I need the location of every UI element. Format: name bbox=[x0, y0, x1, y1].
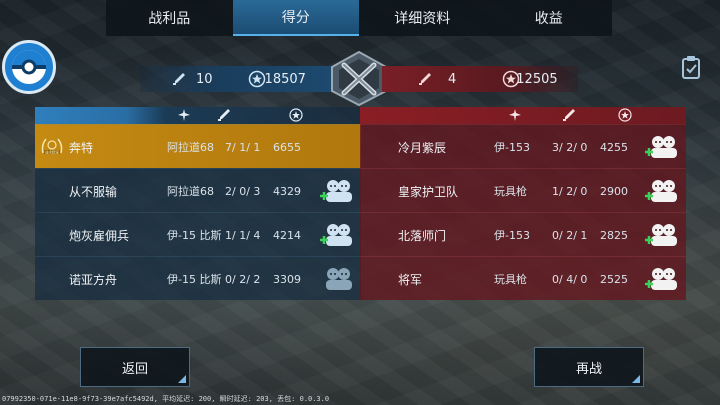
points-value: 4329 bbox=[273, 184, 301, 198]
laurel-badge-icon: 技术精湛 bbox=[41, 138, 63, 154]
vehicle-name: 玩具枪 bbox=[494, 185, 527, 198]
kda-value: 0/ 2/ 1 bbox=[552, 228, 588, 242]
vehicle-name: 伊-153 bbox=[494, 141, 530, 154]
player-name: 从不服输 bbox=[69, 184, 118, 199]
points-value: 3309 bbox=[273, 272, 301, 286]
vehicle-name: 阿拉道68 bbox=[167, 185, 214, 198]
player-name: 诺亚方舟 bbox=[69, 272, 118, 287]
table-row[interactable]: 诺亚方舟 伊-15 比斯 0/ 2/ 2 3309 bbox=[35, 256, 361, 300]
red-team-score: 4 12505 bbox=[382, 66, 578, 92]
tab-bar: 战利品 得分 详细资料 收益 bbox=[106, 0, 612, 36]
badge-label: 技术精湛 bbox=[45, 149, 59, 154]
points-value: 2900 bbox=[600, 184, 628, 198]
points-column-icon bbox=[289, 108, 303, 122]
player-name: 北落师门 bbox=[398, 228, 447, 243]
kills-icon bbox=[419, 73, 431, 85]
points-icon bbox=[502, 70, 520, 88]
kda-value: 0/ 2/ 2 bbox=[225, 272, 261, 286]
player-name: 皇家护卫队 bbox=[398, 184, 459, 199]
rematch-button-label: 再战 bbox=[575, 361, 602, 377]
table-row[interactable]: 技术精湛 奔特 阿拉道68 7/ 1/ 1 6655 bbox=[35, 124, 361, 168]
add-friend-icon[interactable] bbox=[319, 220, 355, 250]
kda-value: 3/ 2/ 0 bbox=[552, 140, 588, 154]
blue-team-panel: 技术精湛 奔特 阿拉道68 7/ 1/ 1 6655 从不服输 阿拉道68 2/… bbox=[35, 107, 361, 301]
player-name: 冷月紫辰 bbox=[398, 140, 447, 155]
kda-column-icon bbox=[218, 109, 230, 121]
player-name: 将军 bbox=[398, 272, 423, 287]
table-row[interactable]: 皇家护卫队 玩具枪 1/ 2/ 0 2900 bbox=[360, 168, 686, 212]
table-row[interactable]: 北落师门 伊-153 0/ 2/ 1 2825 bbox=[360, 212, 686, 256]
corner-accent bbox=[632, 375, 640, 383]
kda-value: 7/ 1/ 1 bbox=[225, 140, 261, 154]
back-button-label: 返回 bbox=[121, 361, 148, 377]
blue-kills: 10 bbox=[196, 71, 213, 87]
blue-points: 18507 bbox=[264, 71, 306, 87]
vehicle-name: 阿拉道68 bbox=[167, 141, 214, 154]
add-friend-icon[interactable] bbox=[644, 264, 680, 294]
corner-accent bbox=[178, 375, 186, 383]
points-value: 4214 bbox=[273, 228, 301, 242]
add-friend-icon[interactable] bbox=[644, 176, 680, 206]
vehicle-name: 伊-15 比斯 bbox=[167, 273, 222, 286]
add-friend-icon[interactable] bbox=[319, 176, 355, 206]
debug-status-text: 07992350-071e-11e8-9f73-39e7afc5492d, 平均… bbox=[2, 395, 330, 403]
rematch-button[interactable]: 再战 bbox=[534, 347, 644, 387]
red-kills: 4 bbox=[448, 71, 457, 87]
vehicle-name: 玩具枪 bbox=[494, 273, 527, 286]
kills-icon bbox=[173, 73, 185, 85]
player-name: 炮灰雇佣兵 bbox=[69, 228, 130, 243]
points-value: 4255 bbox=[600, 140, 628, 154]
points-icon bbox=[248, 70, 266, 88]
points-value: 6655 bbox=[273, 140, 301, 154]
vehicle-name: 伊-15 比斯 bbox=[167, 229, 222, 242]
kda-value: 1/ 2/ 0 bbox=[552, 184, 588, 198]
table-row[interactable]: 从不服输 阿拉道68 2/ 0/ 3 4329 bbox=[35, 168, 361, 212]
back-button[interactable]: 返回 bbox=[80, 347, 190, 387]
blue-team-header bbox=[35, 107, 361, 124]
table-row[interactable]: 炮灰雇佣兵 伊-15 比斯 1/ 1/ 4 4214 bbox=[35, 212, 361, 256]
add-friend-icon[interactable] bbox=[644, 220, 680, 250]
tab-earnings[interactable]: 收益 bbox=[486, 0, 613, 36]
kda-column-icon bbox=[563, 109, 575, 121]
table-row[interactable]: 将军 玩具枪 0/ 4/ 0 2525 bbox=[360, 256, 686, 300]
player-name: 奔特 bbox=[69, 140, 94, 155]
clipboard-check-icon[interactable] bbox=[681, 55, 703, 79]
kda-value: 0/ 4/ 0 bbox=[552, 272, 588, 286]
vehicle-column-icon bbox=[178, 109, 190, 121]
points-value: 2825 bbox=[600, 228, 628, 242]
kda-value: 2/ 0/ 3 bbox=[225, 184, 261, 198]
blue-team-score: 10 18507 bbox=[140, 66, 336, 92]
points-column-icon bbox=[618, 108, 632, 122]
red-team-header bbox=[360, 107, 686, 124]
pokeball-icon bbox=[12, 50, 46, 84]
tab-details[interactable]: 详细资料 bbox=[359, 0, 486, 36]
add-friend-icon[interactable] bbox=[319, 264, 355, 294]
table-row[interactable]: 冷月紫辰 伊-153 3/ 2/ 0 4255 bbox=[360, 124, 686, 168]
points-value: 2525 bbox=[600, 272, 628, 286]
player-avatar[interactable] bbox=[2, 40, 56, 94]
kda-value: 1/ 1/ 4 bbox=[225, 228, 261, 242]
red-points: 12505 bbox=[516, 71, 558, 87]
tab-score[interactable]: 得分 bbox=[232, 0, 359, 36]
vehicle-name: 伊-153 bbox=[494, 229, 530, 242]
vehicle-column-icon bbox=[509, 109, 521, 121]
tab-loot[interactable]: 战利品 bbox=[106, 0, 233, 36]
red-team-panel: 冷月紫辰 伊-153 3/ 2/ 0 4255 皇家护卫队 玩具枪 1/ 2/ … bbox=[360, 107, 686, 301]
add-friend-icon[interactable] bbox=[644, 132, 680, 162]
